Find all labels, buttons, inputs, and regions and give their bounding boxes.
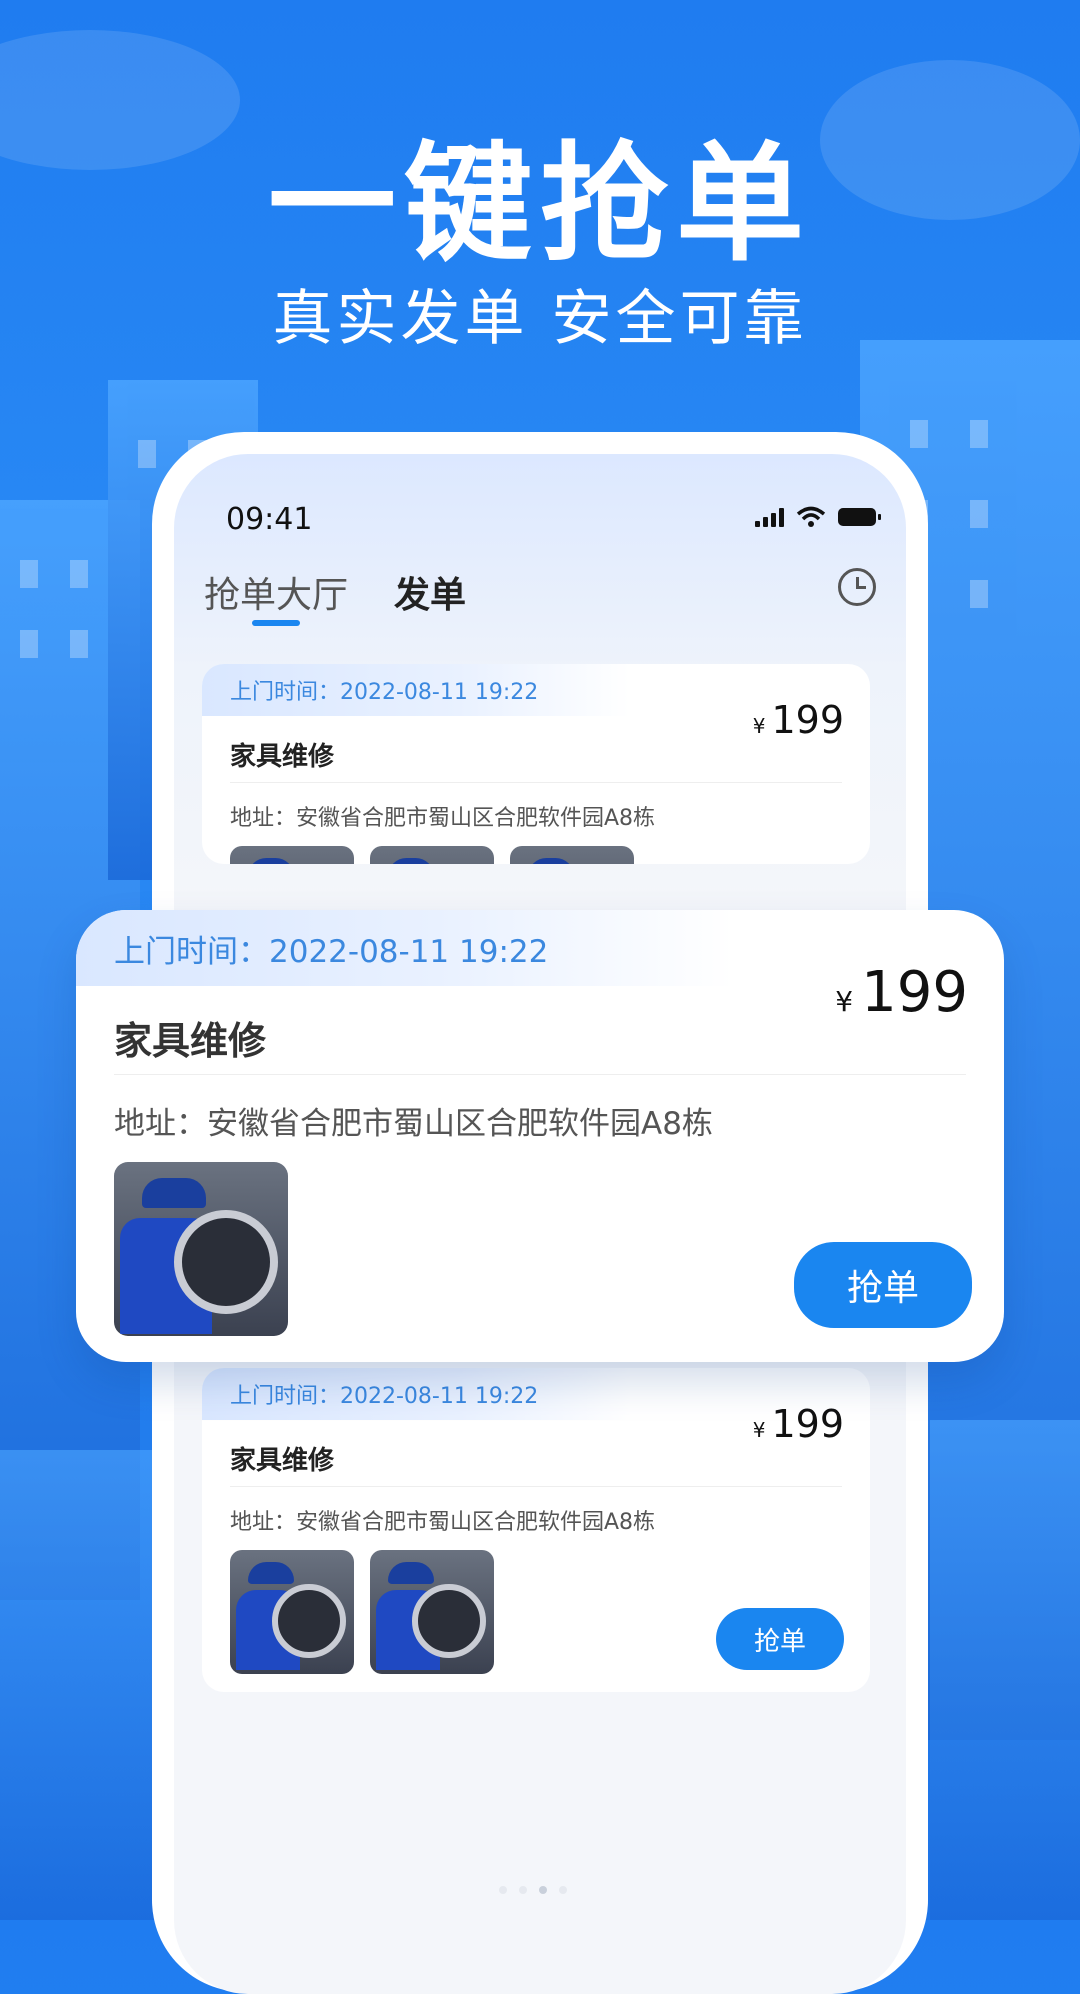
order-address: 地址：安徽省合肥市蜀山区合肥软件园A8栋 [114,1106,713,1142]
battery-icon [838,508,881,526]
wifi-icon [796,506,826,527]
order-price: ¥ 199 [753,698,844,742]
signal-icon [755,507,784,527]
price-value: 199 [861,960,968,1025]
order-title: 家具维修 [114,1019,267,1063]
hero-headline: 一键抢单 [267,130,812,279]
grab-order-button[interactable]: 抢单 [794,1242,972,1328]
currency-symbol: ¥ [752,1418,766,1442]
divider [230,1486,842,1487]
building-decoration [930,1420,1080,1920]
tab-grab-hall[interactable]: 抢单大厅 [204,566,348,618]
currency-symbol: ¥ [835,985,854,1018]
divider [114,1074,966,1075]
page-indicator [499,1886,567,1894]
order-price: ¥ 199 [753,1402,844,1446]
page-dot[interactable] [519,1886,527,1894]
page-dot-active[interactable] [539,1886,547,1894]
repair-photo-thumbnail[interactable] [370,846,494,864]
currency-symbol: ¥ [752,714,766,738]
order-card: 上门时间：2022-08-11 19:22 家具维修 ¥ 199 地址：安徽省合… [202,1368,870,1692]
order-address: 地址：安徽省合肥市蜀山区合肥软件园A8栋 [230,1510,656,1535]
divider [230,782,842,783]
order-address: 地址：安徽省合肥市蜀山区合肥软件园A8栋 [230,806,656,831]
building-decoration [0,1450,160,1920]
order-time: 上门时间：2022-08-11 19:22 [202,1368,630,1420]
grab-order-button[interactable]: 抢单 [716,1608,844,1670]
repair-photo-thumbnail[interactable] [370,1550,494,1674]
repair-photo-thumbnail[interactable] [114,1162,288,1336]
order-price: ¥ 199 [835,960,968,1025]
price-value: 199 [771,698,844,742]
repair-photo-thumbnail[interactable] [230,846,354,864]
hero-subline: 真实发单 安全可靠 [272,284,808,354]
price-value: 199 [771,1402,844,1446]
status-time: 09:41 [226,502,313,537]
page-dot[interactable] [499,1886,507,1894]
featured-order-card: 上门时间：2022-08-11 19:22 家具维修 ¥ 199 地址：安徽省合… [76,910,1004,1362]
tab-publish[interactable]: 发单 [394,566,466,618]
repair-photo-thumbnail[interactable] [230,1550,354,1674]
order-card: 上门时间：2022-08-11 19:22 家具维修 ¥ 199 地址：安徽省合… [202,664,870,864]
order-title: 家具维修 [230,1446,335,1476]
order-title: 家具维修 [230,742,335,772]
page-dot[interactable] [559,1886,567,1894]
tab-active-indicator [252,620,300,626]
order-time: 上门时间：2022-08-11 19:22 [76,910,734,986]
status-icons [755,506,881,528]
clock-icon[interactable] [838,568,876,606]
order-time: 上门时间：2022-08-11 19:22 [202,664,630,716]
repair-photo-thumbnail[interactable] [510,846,634,864]
